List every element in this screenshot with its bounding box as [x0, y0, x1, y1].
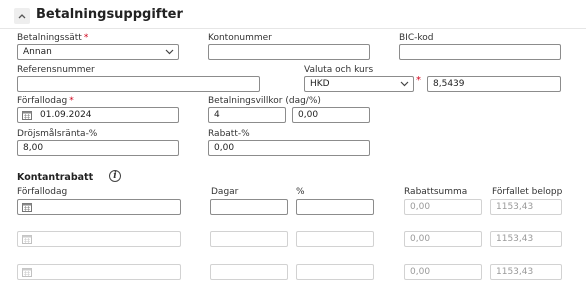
penalty-interest-input[interactable]: 8,00: [17, 140, 179, 156]
payment-terms-label: Betalningsvillkor (dag/%): [208, 96, 321, 106]
discount-label: Rabatt-%: [208, 129, 250, 139]
cash-discount-row-2-due-date[interactable]: [17, 231, 181, 247]
col-header-due-date: Förfallodag: [17, 187, 68, 197]
bic-input[interactable]: [399, 44, 561, 60]
cash-discount-row-3-days[interactable]: [210, 264, 288, 280]
reference-label: Referensnummer: [17, 65, 95, 75]
cash-discount-row-3-due-date[interactable]: [17, 264, 181, 280]
col-header-percent: %: [296, 187, 305, 197]
cash-discount-row-2-amount: 0,00: [404, 231, 482, 247]
info-icon[interactable]: i: [109, 170, 121, 182]
cash-discount-row-1-due-date[interactable]: [17, 199, 181, 215]
account-number-label: Kontonummer: [208, 33, 272, 43]
section-title: Betalningsuppgifter: [36, 7, 183, 22]
due-date-label: Förfallodag *: [17, 96, 74, 106]
cash-discount-row-1-percent[interactable]: [296, 199, 374, 215]
payment-method-label: Betalningssätt *: [17, 33, 89, 43]
currency-required-marker: *: [416, 75, 421, 86]
discount-input[interactable]: 0,00: [208, 140, 370, 156]
account-number-input[interactable]: [208, 44, 370, 60]
cash-discount-row-1-days[interactable]: [210, 199, 288, 215]
exchange-rate-input[interactable]: 8,5439: [427, 76, 561, 92]
chevron-down-icon: [165, 49, 173, 55]
calendar-icon[interactable]: [22, 267, 32, 277]
cash-discount-row-2-days[interactable]: [210, 231, 288, 247]
cash-discount-row-3-percent[interactable]: [296, 264, 374, 280]
col-header-days: Dagar: [211, 187, 239, 197]
cash-discount-row-2-percent[interactable]: [296, 231, 374, 247]
currency-select[interactable]: HKD: [304, 76, 414, 92]
chevron-up-icon: [18, 14, 26, 19]
calendar-icon[interactable]: [22, 110, 32, 120]
payment-terms-days-input[interactable]: 4: [208, 107, 286, 123]
col-header-due-amount: Förfallet belopp: [492, 187, 563, 197]
cash-discount-row-3-amount: 0,00: [404, 264, 482, 280]
currency-label: Valuta och kurs: [304, 65, 374, 75]
reference-input[interactable]: [17, 76, 260, 92]
cash-discount-row-1-amount: 0,00: [404, 199, 482, 215]
cash-discount-row-2-due-amount: 1153,43: [490, 231, 562, 247]
penalty-interest-label: Dröjsmålsränta-%: [17, 129, 98, 139]
chevron-down-icon: [400, 81, 408, 87]
due-date-input[interactable]: 01.09.2024: [17, 107, 179, 123]
payment-method-select[interactable]: Annan: [17, 44, 179, 60]
calendar-icon[interactable]: [22, 234, 32, 244]
col-header-amount: Rabattsumma: [404, 187, 468, 197]
collapse-section-button[interactable]: [14, 8, 30, 24]
cash-discount-title: Kontantrabatt: [17, 172, 94, 183]
header-divider: [0, 28, 586, 29]
cash-discount-row-1-due-amount: 1153,43: [490, 199, 562, 215]
payment-terms-percent-input[interactable]: 0,00: [292, 107, 370, 123]
calendar-icon[interactable]: [22, 202, 32, 212]
cash-discount-row-3-due-amount: 1153,43: [490, 264, 562, 280]
bic-label: BIC-kod: [399, 33, 434, 43]
